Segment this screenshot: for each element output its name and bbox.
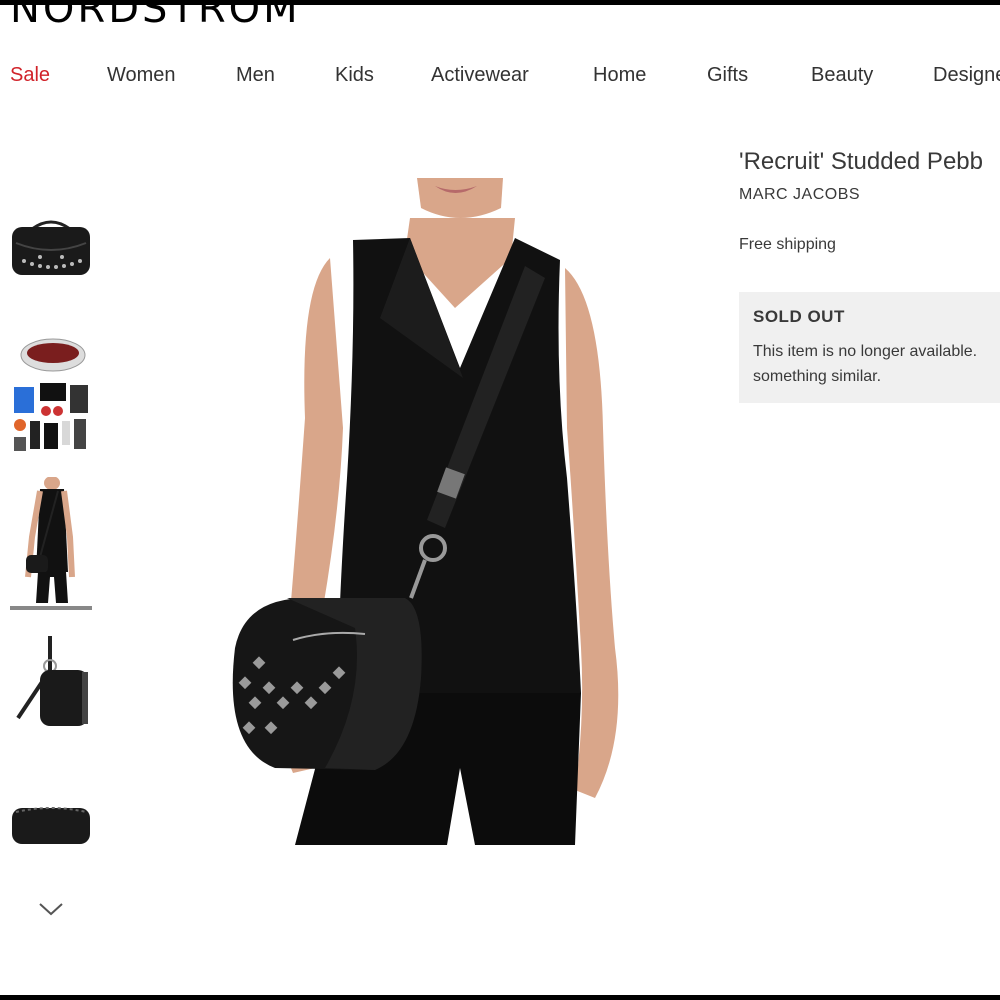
nav-item-home[interactable]: Home (593, 64, 646, 87)
chevron-down-icon[interactable] (38, 900, 64, 920)
main-product-image[interactable] (215, 178, 635, 845)
sold-out-message: This item is no longer available. someth… (753, 343, 978, 385)
sold-out-notice: SOLD OUT This item is no longer availabl… (739, 292, 1000, 403)
bag-interior-thumbnail[interactable] (10, 325, 92, 465)
bag-front-thumbnail[interactable] (10, 217, 92, 277)
main-nav: Sale Women Men Kids Activewear Home Gift… (0, 64, 1000, 94)
product-brand[interactable]: MARC JACOBS (739, 186, 1000, 204)
bag-bottom-thumbnail[interactable] (10, 800, 92, 850)
nav-item-designer[interactable]: Designe (933, 64, 1000, 87)
model-wearing-thumbnail[interactable] (10, 477, 92, 603)
product-info: 'Recruit' Studded Pebb MARC JACOBS Free … (739, 148, 1000, 254)
shipping-info: Free shipping (739, 236, 836, 253)
nav-item-gifts[interactable]: Gifts (707, 64, 748, 87)
nav-item-women[interactable]: Women (107, 64, 176, 87)
nav-item-kids[interactable]: Kids (335, 64, 374, 87)
nav-item-beauty[interactable]: Beauty (811, 64, 873, 87)
selected-thumbnail-indicator (10, 606, 92, 610)
nav-item-activewear[interactable]: Activewear (431, 64, 529, 87)
sold-out-title: SOLD OUT (753, 307, 845, 326)
nav-item-men[interactable]: Men (236, 64, 275, 87)
nordstrom-logo[interactable]: NORDSTROM (10, 0, 301, 32)
bag-side-thumbnail[interactable] (10, 630, 92, 735)
bottom-frame-border (0, 995, 1000, 1000)
product-title: 'Recruit' Studded Pebb (739, 148, 983, 175)
nav-item-sale[interactable]: Sale (10, 64, 50, 87)
